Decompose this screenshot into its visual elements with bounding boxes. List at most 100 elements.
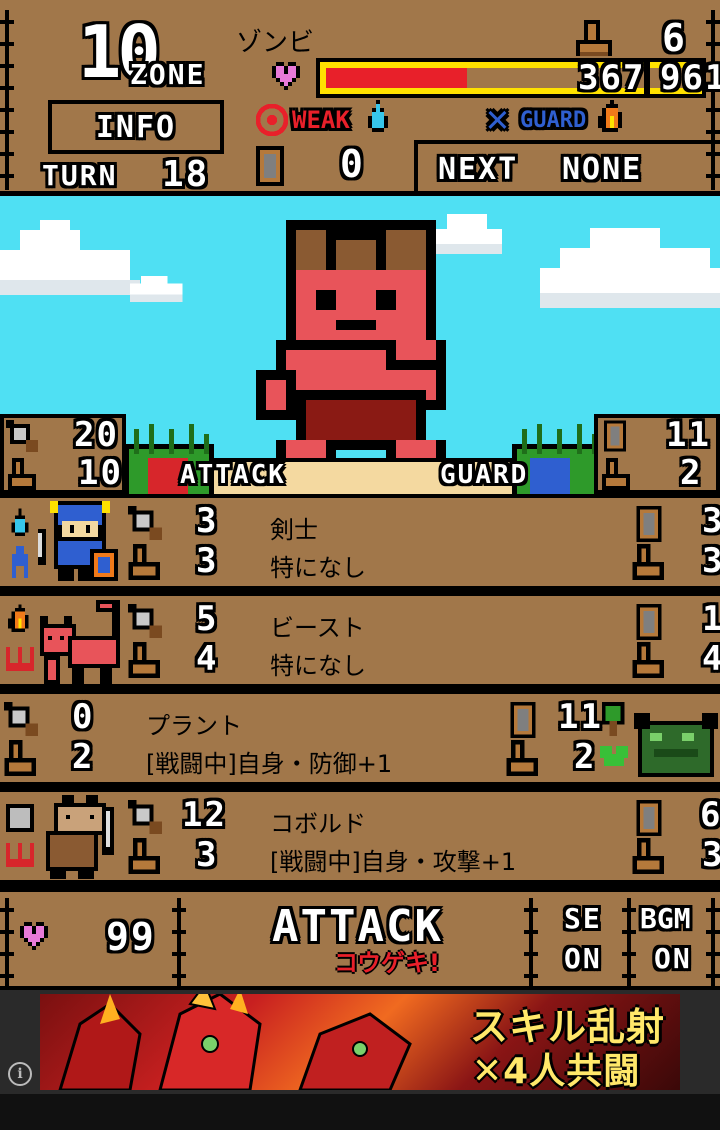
zombie-enemy-sprite [256, 220, 446, 470]
claw-icon [6, 843, 34, 867]
swordsman-sprite [38, 501, 118, 581]
member-skill: [戦闘中]自身・防御+1 [146, 750, 393, 778]
member-skill: 特になし [270, 554, 366, 582]
dragon-art [58, 994, 412, 1090]
status-panel: 10 ZONE INFO TURN 18 ゾンビ 6 367 961 WEAK … [0, 0, 720, 196]
heart-icon [20, 922, 48, 950]
bar-divider [172, 898, 186, 986]
se-label: SE [564, 902, 602, 935]
member-defense: 11 [558, 697, 603, 737]
party-guard-speed-value: 2 [680, 453, 703, 493]
member-speed: 4 [196, 639, 219, 679]
shield-icon [604, 420, 626, 452]
fire-element-icon [8, 604, 29, 632]
boot-icon [128, 838, 160, 874]
sword-icon [128, 506, 162, 540]
member-defense: 3 [702, 501, 720, 541]
weak-label: WEAK [292, 106, 350, 134]
plant-sprite [634, 713, 718, 777]
claw-icon [6, 647, 34, 671]
member-speed: 3 [196, 541, 219, 581]
control-bar: 99 ATTACK コウゲキ! SE ON BGM ON [0, 888, 720, 990]
party-speed-value: 10 [78, 453, 123, 493]
sword-icon [6, 420, 38, 452]
member-defense: 1 [702, 599, 720, 639]
bgm-value: ON [654, 942, 692, 975]
member-defense-speed: 2 [574, 737, 597, 777]
member-speed: 2 [72, 737, 95, 777]
party-member-row[interactable]: 5 4 ビースト 特になし 1 4 [0, 596, 720, 684]
attack-button[interactable]: ATTACK コウゲキ! [266, 900, 446, 984]
member-name: コボルド [270, 810, 366, 838]
guard-label: GUARD [520, 108, 587, 133]
water-element-icon [11, 508, 29, 536]
zone-label: ZONE [130, 58, 206, 91]
party-member-row[interactable]: 12 3 コボルド [戦闘中]自身・攻撃+1 6 3 [0, 792, 720, 880]
next-box: NEXT NONE [414, 140, 720, 196]
footer-strip [0, 1094, 720, 1130]
member-defense-speed: 4 [702, 639, 720, 679]
party-life: 99 [106, 915, 156, 959]
shield-icon [636, 604, 662, 640]
cloud-right [540, 228, 720, 308]
boot-icon [506, 740, 538, 776]
member-attack: 12 [182, 795, 227, 835]
member-name: ビースト [270, 614, 365, 642]
leaf-icon [600, 746, 628, 766]
cloud-small [129, 275, 183, 302]
shield-icon [636, 506, 662, 542]
boot-icon [128, 642, 160, 678]
member-defense-speed: 3 [702, 541, 720, 581]
boot-icon [602, 458, 630, 490]
next-value: NONE [562, 152, 643, 187]
shield-icon [256, 146, 284, 186]
ad-banner[interactable]: スキル乱射 ✕4人共闘 i [0, 990, 720, 1094]
guard-banner-label: GUARD [440, 460, 529, 490]
info-button-label: INFO [95, 109, 177, 145]
member-skill: 特になし [270, 652, 366, 680]
attack-banner: ATTACK [148, 458, 304, 494]
member-defense-speed: 3 [702, 835, 720, 875]
party-member-row[interactable]: 0 2 プラント [戦闘中]自身・防御+1 11 2 [0, 694, 720, 782]
hp-current: 367 [578, 58, 646, 98]
shield-icon [510, 702, 536, 738]
water-element-icon [368, 100, 388, 132]
turn-label: TURN [42, 159, 118, 192]
party-guard-value: 11 [666, 415, 711, 455]
neutral-element-icon [6, 804, 34, 832]
party-member-row[interactable]: 3 3 剣士 特になし 3 3 [0, 498, 720, 586]
bgm-toggle[interactable]: BGM ON [640, 902, 710, 982]
bar-divider [622, 898, 636, 986]
member-skill: [戦闘中]自身・攻撃+1 [270, 848, 517, 876]
x-guard-icon: ✕ [486, 96, 509, 140]
enemy-hp-fill [326, 68, 467, 88]
battle-scene: ATTACK GUARD 20 10 11 2 [0, 196, 720, 494]
turn-value: 18 [162, 154, 210, 195]
sword-icon [128, 800, 162, 834]
ad-image: スキル乱射 ✕4人共闘 [40, 994, 680, 1090]
bgm-label: BGM [640, 902, 691, 935]
member-name: プラント [146, 712, 242, 740]
attack-banner-label: ATTACK [180, 460, 286, 490]
se-value: ON [564, 942, 602, 975]
ad-subline: ✕4人共闘 [472, 1051, 641, 1090]
shield-count: 0 [340, 142, 365, 186]
hp-divider [644, 62, 650, 96]
bar-divider [524, 898, 538, 986]
ad-info-label: i [17, 1066, 23, 1082]
info-button[interactable]: INFO [48, 100, 224, 154]
party-list: 3 3 剣士 特になし 3 3 5 4 ビースト 特になし 1 4 0 2 プラ… [0, 494, 720, 888]
party-attack-value: 20 [74, 415, 119, 455]
se-toggle[interactable]: SE ON [548, 902, 618, 982]
boot-icon [128, 544, 160, 580]
sword-icon [128, 604, 162, 638]
enemy-name: ゾンビ [236, 28, 315, 58]
guard-banner: GUARD [420, 458, 570, 494]
ad-info-icon[interactable]: i [8, 1062, 32, 1086]
next-label: NEXT [438, 152, 519, 187]
boot-icon [632, 642, 664, 678]
hp-max: 961 [660, 58, 720, 98]
boot-icon [632, 544, 664, 580]
member-name: 剣士 [270, 516, 318, 544]
bar-edge-left [0, 898, 14, 986]
